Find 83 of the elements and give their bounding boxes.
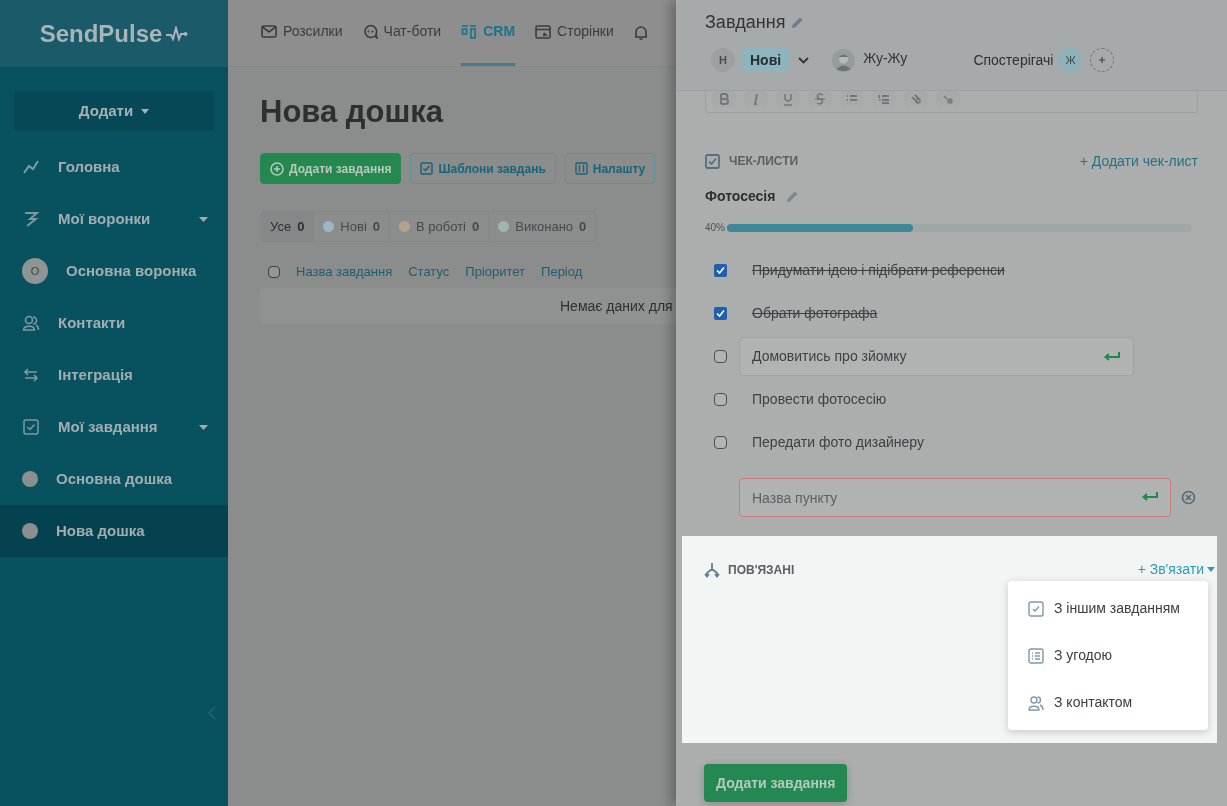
italic-icon[interactable] [744,91,768,107]
sidebar-item[interactable]: Нова дошка [0,505,228,557]
section-heading: ЧЕК-ЛИСТИ [729,153,800,170]
branch-icon [704,561,720,578]
chat-icon [362,24,378,39]
watchers-label: Спостерігачі [973,50,1054,70]
bullets-icon[interactable] [840,91,864,107]
toolbar-button[interactable]: Шаблони завдань [410,153,556,184]
column-header[interactable]: Статус [408,262,450,282]
enter-icon[interactable] [1103,350,1121,363]
pencil-icon[interactable] [786,190,800,203]
envelope-icon [261,25,277,38]
checklist-item[interactable]: Провести фотосесію [752,389,887,410]
toolbar-button[interactable]: Налашту [564,153,656,184]
avatar: О [22,258,48,284]
checklist-item-field[interactable]: Домовитись про зйомку [739,337,1134,376]
close-icon[interactable] [1181,490,1196,505]
select-all-checkbox[interactable] [268,266,280,278]
plus-circle-icon [270,161,284,176]
empty-message: Немає даних для [560,296,673,316]
new-item-field[interactable]: Назва пункту [739,478,1171,517]
column-header[interactable]: Період [541,262,583,282]
submit-button[interactable]: Додати завдання [704,764,848,802]
lightning-icon [22,210,40,228]
board-icon [461,24,478,39]
browser-icon [535,24,552,39]
filter-tab[interactable]: Виконано 0 [488,212,596,241]
checkbox-icon [705,153,720,169]
plus-icon [1098,56,1107,64]
checkbox-icon [1028,600,1044,617]
checkbox[interactable] [714,350,727,363]
user-avatar-icon [832,48,856,72]
add-checklist-link[interactable]: + Додати чек-лист [1079,150,1198,172]
section-heading: ПОВ'ЯЗАНІ [728,561,796,579]
sliders-icon [574,162,588,175]
page-title: Нова дошка [260,93,445,131]
caret-icon [141,108,150,114]
menu-item[interactable]: З іншим завданням [1028,585,1208,632]
logo[interactable]: SendPulse [39,15,163,52]
link-dropdown-button[interactable]: + Зв'язати [1137,559,1215,580]
pencil-icon[interactable] [791,16,805,29]
strike-icon[interactable] [808,91,832,107]
toolbar-button[interactable]: Додати завдання [260,153,402,184]
nav-tab[interactable]: Чат-боти [362,0,442,66]
checklist-item[interactable]: Придумати ідею і підібрати референси [752,260,1005,281]
collapse-icon[interactable] [208,706,216,720]
numbers-icon[interactable] [872,91,896,107]
enter-icon[interactable] [1141,491,1159,503]
column-header[interactable]: Назва завдання [296,262,393,282]
progress-label: 40% [705,221,725,235]
filter-tab[interactable]: В роботі 0 [389,212,489,241]
checkbox[interactable] [714,307,727,320]
column-header[interactable]: Пріоритет [465,262,526,282]
checkbox-icon [420,162,434,175]
filter-tab[interactable]: Нові 0 [313,212,389,241]
people-icon [22,314,40,332]
nav-tab[interactable]: Розсилки [261,0,343,66]
people-icon [1028,694,1044,711]
menu-item[interactable]: З контактом [1028,679,1208,726]
chart-icon [22,158,40,176]
nav-tab[interactable]: Сторінки [535,0,614,66]
checkbox[interactable] [714,393,727,406]
bold-icon[interactable] [712,91,736,107]
filter-tab[interactable]: Усе 0 [261,212,314,241]
checkbox-icon [22,418,40,436]
checklist-item[interactable]: Передати фото дизайнеру [752,432,924,453]
swap-icon [22,366,40,384]
checklist-item[interactable]: Обрати фотографа [752,303,878,324]
watcher-avatar[interactable]: Ж [1058,48,1083,72]
assignee-name[interactable]: Жу-Жу [863,47,908,69]
checkbox[interactable] [714,436,727,449]
status-avatar: Н [711,48,735,72]
task-title[interactable]: Завдання [705,9,786,36]
checklist-name: Фотосесія [705,187,776,206]
list-icon [1028,647,1044,664]
chevron-icon [798,56,810,64]
checkbox[interactable] [714,264,727,277]
bell-icon[interactable] [633,25,648,41]
underline-icon[interactable] [776,91,800,107]
add-button[interactable]: Додати [14,91,214,131]
menu-item[interactable]: З угодою [1028,632,1208,679]
pulse-icon [166,25,189,42]
caret-icon [1207,567,1215,572]
